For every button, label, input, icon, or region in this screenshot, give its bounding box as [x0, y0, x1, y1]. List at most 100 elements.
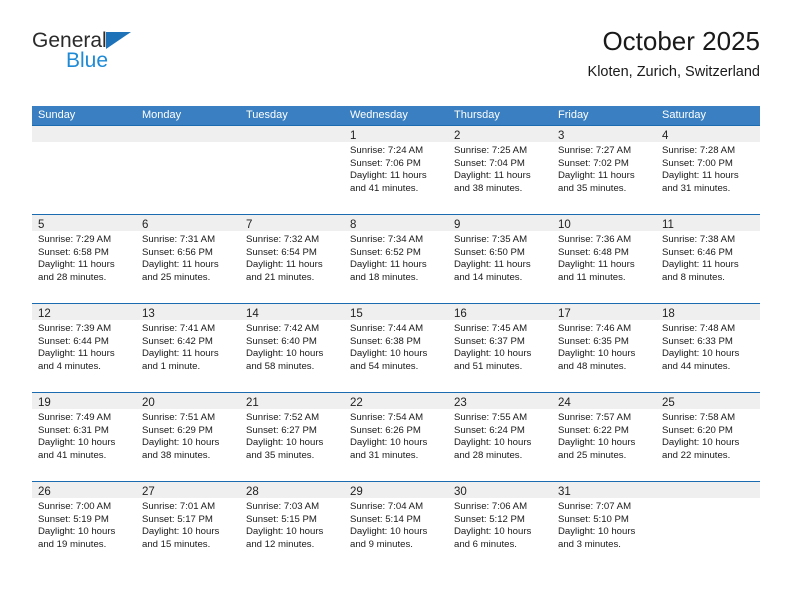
sunrise-text: Sunrise: 7:44 AM	[350, 323, 424, 334]
sunrise-text: Sunrise: 7:24 AM	[350, 145, 424, 156]
day-number-band: 21	[240, 393, 344, 409]
day-sun-info: Sunrise: 7:48 AM Sunset: 6:33 PM Daylight:…	[656, 320, 760, 373]
sunset-text: Sunset: 6:35 PM	[558, 335, 629, 347]
general-blue-logo[interactable]: General Blue	[32, 30, 212, 86]
calendar-day-cell[interactable]: 13 Sunrise: 7:41 AM Sunset: 6:42 PM Dayligh…	[136, 304, 240, 392]
calendar-day-cell[interactable]: 14 Sunrise: 7:42 AM Sunset: 6:40 PM Dayligh…	[240, 304, 344, 392]
daylight-text-line2: and 12 minutes.	[246, 538, 315, 550]
day-number-band: 3	[552, 126, 656, 142]
sunrise-text: Sunrise: 7:07 AM	[558, 501, 632, 512]
calendar-day-cell[interactable]: 23 Sunrise: 7:55 AM Sunset: 6:24 PM Dayligh…	[448, 393, 552, 481]
day-sun-info: Sunrise: 7:58 AM Sunset: 6:20 PM Daylight:…	[656, 409, 760, 462]
sunrise-text: Sunrise: 7:38 AM	[662, 234, 736, 245]
day-number-band: 12	[32, 304, 136, 320]
calendar-day-cell[interactable]: 20 Sunrise: 7:51 AM Sunset: 6:29 PM Dayligh…	[136, 393, 240, 481]
day-sun-info: Sunrise: 7:45 AM Sunset: 6:37 PM Daylight:…	[448, 320, 552, 373]
sunset-text: Sunset: 5:14 PM	[350, 513, 421, 525]
daylight-text-line1: Daylight: 10 hours	[454, 348, 532, 360]
calendar-day-cell[interactable]: 28 Sunrise: 7:03 AM Sunset: 5:15 PM Dayligh…	[240, 482, 344, 570]
calendar-day-cell[interactable]: 7 Sunrise: 7:32 AM Sunset: 6:54 PM Daylight…	[240, 215, 344, 303]
daylight-text-line2: and 19 minutes.	[38, 538, 107, 550]
daylight-text-line2: and 18 minutes.	[350, 271, 419, 283]
calendar-day-cell[interactable]: 2 Sunrise: 7:25 AM Sunset: 7:04 PM Daylight…	[448, 126, 552, 214]
day-number: 14	[246, 308, 259, 320]
daylight-text-line1: Daylight: 11 hours	[142, 348, 219, 360]
calendar-day-cell[interactable]: 24 Sunrise: 7:57 AM Sunset: 6:22 PM Dayligh…	[552, 393, 656, 481]
daylight-text-line2: and 41 minutes.	[350, 182, 419, 194]
daylight-text-line1: Daylight: 11 hours	[454, 259, 531, 271]
sunset-text: Sunset: 6:37 PM	[454, 335, 525, 347]
calendar-day-cell[interactable]: 12 Sunrise: 7:39 AM Sunset: 6:44 PM Dayligh…	[32, 304, 136, 392]
calendar-day-cell[interactable]: 16 Sunrise: 7:45 AM Sunset: 6:37 PM Dayligh…	[448, 304, 552, 392]
sunrise-text: Sunrise: 7:04 AM	[350, 501, 424, 512]
sunrise-text: Sunrise: 7:58 AM	[662, 412, 736, 423]
calendar-day-cell[interactable]: 6 Sunrise: 7:31 AM Sunset: 6:56 PM Daylight…	[136, 215, 240, 303]
calendar-day-cell[interactable]: 11 Sunrise: 7:38 AM Sunset: 6:46 PM Dayligh…	[656, 215, 760, 303]
day-number-band: 1	[344, 126, 448, 142]
day-number: 28	[246, 486, 259, 498]
calendar-empty-cell	[656, 482, 760, 570]
calendar-day-cell[interactable]: 4 Sunrise: 7:28 AM Sunset: 7:00 PM Daylight…	[656, 126, 760, 214]
weekday-header-thursday: Thursday	[454, 109, 500, 121]
sunset-text: Sunset: 6:22 PM	[558, 424, 629, 436]
calendar-day-cell[interactable]: 18 Sunrise: 7:48 AM Sunset: 6:33 PM Dayligh…	[656, 304, 760, 392]
calendar-day-cell[interactable]: 15 Sunrise: 7:44 AM Sunset: 6:38 PM Dayligh…	[344, 304, 448, 392]
sunset-text: Sunset: 6:40 PM	[246, 335, 317, 347]
calendar-day-cell[interactable]: 27 Sunrise: 7:01 AM Sunset: 5:17 PM Dayligh…	[136, 482, 240, 570]
weekday-header-sunday: Sunday	[38, 109, 76, 121]
daylight-text-line1: Daylight: 10 hours	[558, 348, 636, 360]
day-sun-info: Sunrise: 7:46 AM Sunset: 6:35 PM Daylight:…	[552, 320, 656, 373]
day-number: 23	[454, 397, 467, 409]
calendar-day-cell[interactable]: 30 Sunrise: 7:06 AM Sunset: 5:12 PM Dayligh…	[448, 482, 552, 570]
day-number: 5	[38, 219, 45, 231]
day-sun-info: Sunrise: 7:52 AM Sunset: 6:27 PM Daylight:…	[240, 409, 344, 462]
daylight-text-line1: Daylight: 10 hours	[142, 437, 220, 449]
daylight-text-line2: and 14 minutes.	[454, 271, 523, 283]
day-number-band: 29	[344, 482, 448, 498]
daylight-text-line1: Daylight: 11 hours	[350, 170, 427, 182]
calendar-day-cell[interactable]: 19 Sunrise: 7:49 AM Sunset: 6:31 PM Dayligh…	[32, 393, 136, 481]
day-number: 24	[558, 397, 571, 409]
calendar-day-cell[interactable]: 29 Sunrise: 7:04 AM Sunset: 5:14 PM Dayligh…	[344, 482, 448, 570]
daylight-text-line2: and 25 minutes.	[142, 271, 211, 283]
daylight-text-line2: and 48 minutes.	[558, 360, 627, 372]
day-sun-info: Sunrise: 7:01 AM Sunset: 5:17 PM Daylight:…	[136, 498, 240, 551]
calendar-day-cell[interactable]: 22 Sunrise: 7:54 AM Sunset: 6:26 PM Dayligh…	[344, 393, 448, 481]
calendar-day-cell[interactable]: 17 Sunrise: 7:46 AM Sunset: 6:35 PM Dayligh…	[552, 304, 656, 392]
sunrise-text: Sunrise: 7:57 AM	[558, 412, 632, 423]
daylight-text-line1: Daylight: 11 hours	[454, 170, 531, 182]
calendar-day-cell[interactable]: 25 Sunrise: 7:58 AM Sunset: 6:20 PM Dayligh…	[656, 393, 760, 481]
day-number: 6	[142, 219, 149, 231]
calendar-week-row: 19 Sunrise: 7:49 AM Sunset: 6:31 PM Dayligh…	[32, 392, 760, 481]
sunrise-text: Sunrise: 7:49 AM	[38, 412, 112, 423]
day-number-band: 7	[240, 215, 344, 231]
calendar-day-cell[interactable]: 10 Sunrise: 7:36 AM Sunset: 6:48 PM Dayligh…	[552, 215, 656, 303]
calendar-day-cell[interactable]: 26 Sunrise: 7:00 AM Sunset: 5:19 PM Dayligh…	[32, 482, 136, 570]
calendar-day-cell[interactable]: 9 Sunrise: 7:35 AM Sunset: 6:50 PM Daylight…	[448, 215, 552, 303]
day-number: 1	[350, 130, 357, 142]
calendar-day-cell[interactable]: 5 Sunrise: 7:29 AM Sunset: 6:58 PM Daylight…	[32, 215, 136, 303]
calendar-day-cell[interactable]: 21 Sunrise: 7:52 AM Sunset: 6:27 PM Dayligh…	[240, 393, 344, 481]
sunrise-text: Sunrise: 7:36 AM	[558, 234, 632, 245]
calendar-day-cell[interactable]: 8 Sunrise: 7:34 AM Sunset: 6:52 PM Daylight…	[344, 215, 448, 303]
calendar-day-cell[interactable]: 3 Sunrise: 7:27 AM Sunset: 7:02 PM Daylight…	[552, 126, 656, 214]
sunset-text: Sunset: 6:29 PM	[142, 424, 213, 436]
day-sun-info: Sunrise: 7:27 AM Sunset: 7:02 PM Daylight:…	[552, 142, 656, 195]
day-number-band: 22	[344, 393, 448, 409]
daylight-text-line2: and 31 minutes.	[662, 182, 731, 194]
day-number-band: 31	[552, 482, 656, 498]
daylight-text-line1: Daylight: 10 hours	[350, 526, 428, 538]
day-number: 17	[558, 308, 571, 320]
calendar-day-cell[interactable]: 31 Sunrise: 7:07 AM Sunset: 5:10 PM Dayligh…	[552, 482, 656, 570]
sunset-text: Sunset: 6:48 PM	[558, 246, 629, 258]
daylight-text-line1: Daylight: 10 hours	[246, 526, 324, 538]
day-number: 13	[142, 308, 155, 320]
daylight-text-line2: and 25 minutes.	[558, 449, 627, 461]
calendar-page: General Blue October 2025 Kloten, Zurich…	[0, 0, 792, 612]
logo-triangle-icon	[105, 32, 131, 49]
daylight-text-line2: and 6 minutes.	[454, 538, 517, 550]
day-sun-info: Sunrise: 7:28 AM Sunset: 7:00 PM Daylight:…	[656, 142, 760, 195]
day-sun-info: Sunrise: 7:51 AM Sunset: 6:29 PM Daylight:…	[136, 409, 240, 462]
calendar-day-cell[interactable]: 1 Sunrise: 7:24 AM Sunset: 7:06 PM Daylight…	[344, 126, 448, 214]
calendar-empty-cell	[136, 126, 240, 214]
